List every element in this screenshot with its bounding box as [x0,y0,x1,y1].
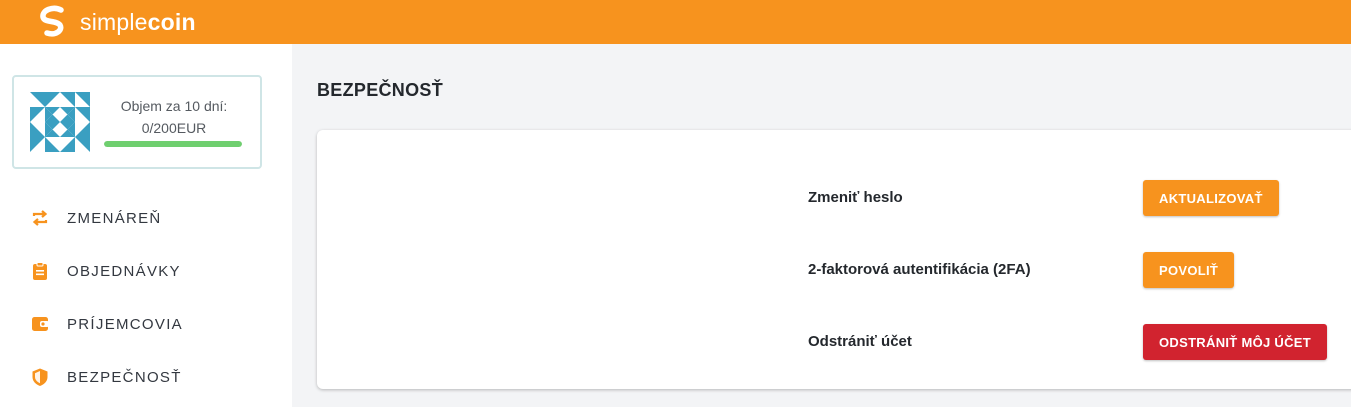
sidebar-item-label: BEZPEČNOSŤ [67,368,182,386]
sidebar-item-label: PRÍJEMCOVIA [67,315,183,333]
top-bar: simplecoin [0,0,1351,44]
shield-icon [30,367,50,387]
clipboard-icon [30,261,50,281]
sidebar-item-prijemcovia[interactable]: PRÍJEMCOVIA [0,298,292,350]
main-content: BEZPEČNOSŤ Zmeniť heslo AKTUALIZOVAŤ 2-f… [292,44,1351,407]
sidebar-item-bezpecnost[interactable]: BEZPEČNOSŤ [0,351,292,403]
brand-name: simplecoin [80,8,196,35]
change-password-label: Zmeniť heslo [808,189,903,206]
delete-account-label: Odstrániť účet [808,333,912,350]
avatar [30,92,90,152]
volume-progress-fill [104,141,242,147]
sidebar-item-zmenaren[interactable]: ZMENÁREŇ [0,192,292,244]
sidebar-item-label: OBJEDNÁVKY [67,262,181,280]
volume-value: 0/200EUR [141,120,207,136]
simplecoin-logo-icon [40,5,64,37]
logo[interactable]: simplecoin [36,5,196,39]
exchange-arrows-icon [30,208,50,228]
account-volume-card: Objem za 10 dní: 0/200EUR [12,75,262,169]
sidebar: Objem za 10 dní: 0/200EUR ZMENÁREŇ OBJED… [0,44,292,407]
security-settings-card: Zmeniť heslo AKTUALIZOVAŤ 2-faktorová au… [317,130,1351,389]
page-title: BEZPEČNOSŤ [317,80,444,100]
volume-label: Objem za 10 dní: [120,98,228,114]
sidebar-item-objednavky[interactable]: OBJEDNÁVKY [0,245,292,297]
delete-account-button[interactable]: ODSTRÁNIŤ MÔJ ÚČET [1143,324,1328,360]
two-factor-label: 2-faktorová autentifikácia (2FA) [808,261,1031,278]
update-password-button[interactable]: AKTUALIZOVAŤ [1143,180,1279,216]
volume-progress-bar [104,141,242,147]
sidebar-item-label: ZMENÁREŇ [67,209,162,227]
enable-2fa-button[interactable]: POVOLIŤ [1143,252,1235,288]
wallet-icon [30,314,50,334]
